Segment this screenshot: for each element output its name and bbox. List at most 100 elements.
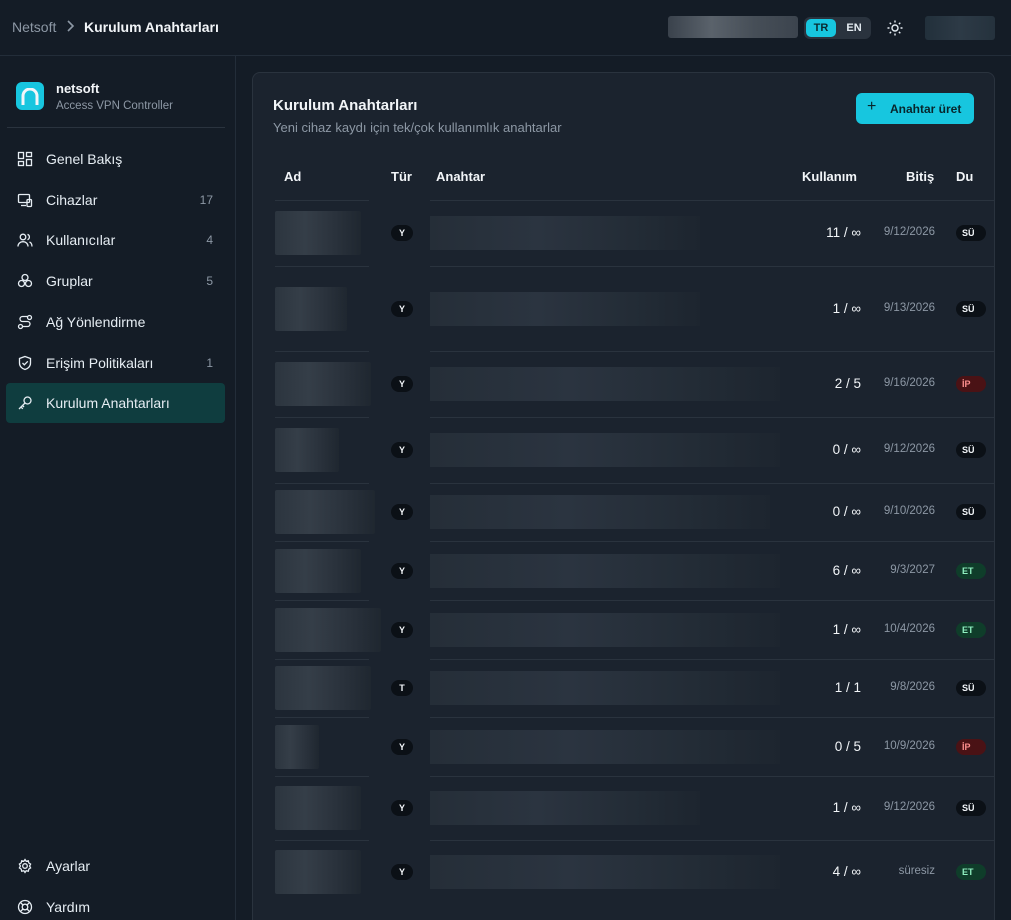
column-header-name[interactable]: Ad [284,169,301,184]
redacted-key-value[interactable] [430,730,780,764]
table-row[interactable]: Y 2 / 5 9/16/2026 İP [275,351,994,417]
key-usage: 11 / ∞ [826,225,861,240]
redacted-key-value[interactable] [430,292,700,326]
sidebar-item-label: Genel Bakış [46,151,123,167]
plus-icon: + [867,98,877,115]
column-header-type[interactable]: Tür [391,169,412,184]
redacted-key-value[interactable] [430,671,780,705]
sidebar-item-devices[interactable]: Cihazlar 17 [6,180,225,220]
sidebar-item-policies[interactable]: Erişim Politikaları 1 [6,343,225,383]
key-expiry: 9/16/2026 [883,377,935,389]
key-usage: 6 / ∞ [832,563,861,578]
column-header-status[interactable]: Du [956,169,973,184]
redacted-key-value[interactable] [430,495,770,529]
key-status-badge: SÜ [956,442,986,458]
key-status-badge: ET [956,563,986,579]
table-row[interactable]: Y 0 / ∞ 9/10/2026 SÜ [275,483,994,541]
table-row[interactable]: Y 0 / ∞ 9/12/2026 SÜ [275,417,994,483]
redacted-key-name [275,428,339,472]
sidebar-item-help[interactable]: Yardım [6,887,225,920]
key-expiry: 9/8/2026 [890,681,935,693]
breadcrumb-current: Kurulum Anahtarları [84,19,219,35]
sidebar-item-overview[interactable]: Genel Bakış [6,139,225,179]
sidebar-item-users[interactable]: Kullanıcılar 4 [6,220,225,260]
sidebar-item-count: 5 [206,274,213,288]
redacted-key-name [275,211,361,255]
shield-icon [17,355,33,371]
groups-icon [17,273,33,289]
key-usage: 0 / ∞ [832,442,861,457]
table-row[interactable]: Y 1 / ∞ 10/4/2026 ET [275,600,994,659]
key-type-badge: Y [391,442,413,458]
redacted-key-value[interactable] [430,367,780,401]
key-status-badge: SÜ [956,680,986,696]
key-usage: 1 / 1 [834,680,861,695]
sidebar-item-count: 1 [206,356,213,370]
key-type-badge: Y [391,376,413,392]
generate-key-button[interactable]: + Anahtar üret [856,93,974,124]
sidebar-item-label: Yardım [46,899,91,915]
key-type-badge: Y [391,301,413,317]
table-row[interactable]: T 1 / 1 9/8/2026 SÜ [275,659,994,717]
key-status-badge: ET [956,622,986,638]
key-usage: 4 / ∞ [832,864,861,879]
brand-logo [16,82,44,110]
sidebar-item-groups[interactable]: Gruplar 5 [6,261,225,301]
key-status-badge: SÜ [956,301,986,317]
sidebar-item-settings[interactable]: Ayarlar [6,846,225,886]
sun-icon[interactable] [886,19,904,37]
setup-keys-card: Kurulum Anahtarları Yeni cihaz kaydı içi… [252,72,995,920]
sidebar-item-label: Erişim Politikaları [46,355,154,371]
key-usage: 0 / ∞ [832,504,861,519]
lang-en-button[interactable]: EN [839,19,869,37]
redacted-key-value[interactable] [430,791,700,825]
key-type-badge: Y [391,622,413,638]
key-icon [17,395,33,411]
redacted-key-value[interactable] [430,855,780,889]
table-row[interactable]: Y 1 / ∞ 9/13/2026 SÜ [275,266,994,351]
key-type-badge: Y [391,739,413,755]
table-row[interactable]: Y 1 / ∞ 9/12/2026 SÜ [275,776,994,840]
redacted-key-name [275,362,371,406]
redacted-key-name [275,786,361,830]
column-header-usage[interactable]: Kullanım [802,169,857,184]
sidebar-item-setup-keys[interactable]: Kurulum Anahtarları [6,383,225,423]
key-expiry: 9/13/2026 [883,302,935,314]
redacted-key-name [275,490,375,534]
key-status-badge: SÜ [956,504,986,520]
table-row[interactable]: Y 11 / ∞ 9/12/2026 SÜ [275,200,994,266]
key-usage: 0 / 5 [834,739,861,754]
column-header-key[interactable]: Anahtar [436,169,485,184]
table-row[interactable]: Y 6 / ∞ 9/3/2027 ET [275,541,994,600]
key-usage: 2 / 5 [834,376,861,391]
redacted-key-value[interactable] [430,554,780,588]
sidebar-item-label: Ağ Yönlendirme [46,314,146,330]
sidebar-item-label: Cihazlar [46,192,98,208]
generate-key-label: Anahtar üret [890,102,962,116]
key-expiry: 10/4/2026 [883,623,935,635]
sidebar-item-count: 4 [206,233,213,247]
redacted-search[interactable] [668,16,798,38]
sidebar-item-label: Gruplar [46,273,93,289]
breadcrumb-root[interactable]: Netsoft [12,19,56,35]
language-switch[interactable]: TR EN [804,17,871,39]
key-status-badge: SÜ [956,800,986,816]
column-header-expiry[interactable]: Bitiş [906,169,934,184]
redacted-key-value[interactable] [430,216,700,250]
chevron-right-icon [66,18,76,37]
sidebar-divider [7,127,225,128]
redacted-user-menu[interactable] [925,16,995,40]
key-type-badge: Y [391,563,413,579]
table-row[interactable]: Y 4 / ∞ süresiz ET [275,840,994,903]
redacted-key-value[interactable] [430,433,780,467]
redacted-key-name [275,549,361,593]
key-expiry: 10/9/2026 [883,740,935,752]
redacted-key-value[interactable] [430,613,780,647]
table-row[interactable]: Y 0 / 5 10/9/2026 İP [275,717,994,776]
key-expiry: 9/3/2027 [890,564,935,576]
sidebar-item-label: Kullanıcılar [46,232,116,248]
users-icon [17,232,33,248]
lang-tr-button[interactable]: TR [806,19,836,37]
sidebar-item-routing[interactable]: Ağ Yönlendirme [6,302,225,342]
key-type-badge: Y [391,800,413,816]
